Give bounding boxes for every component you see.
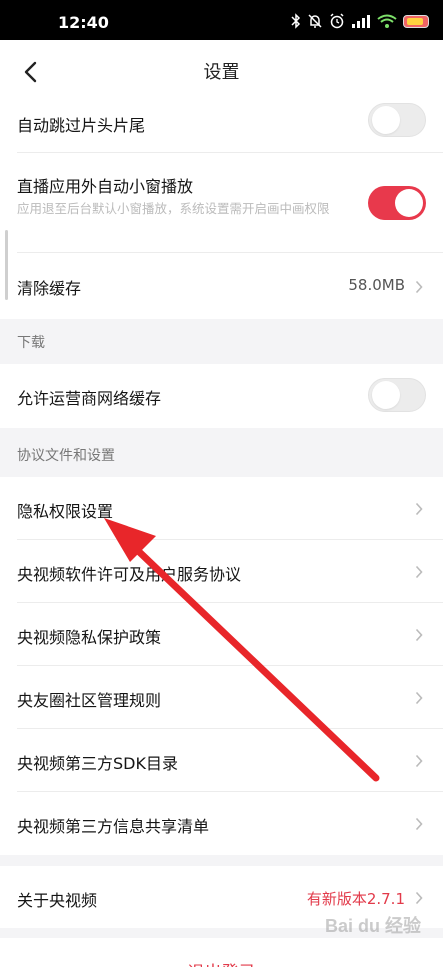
- setting-label: 隐私权限设置: [17, 502, 114, 521]
- setting-description: 应用退至后台默认小窗播放，系统设置需开启画中画权限: [17, 201, 330, 216]
- toggle-knob: [372, 381, 400, 409]
- new-version-badge: 有新版本2.7.1: [306, 890, 405, 908]
- section-title: 协议文件和设置: [17, 448, 115, 464]
- setting-row-pip: 直播应用外自动小窗播放 应用退至后台默认小窗播放，系统设置需开启画中画权限: [0, 153, 443, 253]
- section-title: 下载: [17, 335, 45, 351]
- setting-row-sdk-list[interactable]: 央视频第三方SDK目录: [0, 729, 443, 792]
- bluetooth-icon: [291, 13, 301, 29]
- setting-label: 允许运营商网络缓存: [17, 389, 162, 408]
- setting-row-clear-cache[interactable]: 清除缓存 58.0MB: [0, 253, 443, 319]
- logout-button[interactable]: 退出登录: [0, 938, 443, 967]
- chevron-right-icon: [415, 891, 423, 905]
- setting-row-privacy-settings[interactable]: 隐私权限设置: [0, 477, 443, 540]
- chevron-right-icon: [415, 628, 423, 642]
- scroll-indicator: [5, 230, 8, 300]
- battery-icon: [403, 14, 429, 28]
- skip-intro-toggle[interactable]: [368, 103, 426, 137]
- setting-label: 央视频隐私保护政策: [17, 628, 162, 647]
- pip-toggle[interactable]: [368, 186, 426, 220]
- nav-bar: 设置: [0, 40, 443, 102]
- status-bar: 12:40: [0, 0, 443, 40]
- carrier-cache-toggle[interactable]: [368, 378, 426, 412]
- setting-row-info-share[interactable]: 央视频第三方信息共享清单: [0, 792, 443, 855]
- section-header-agreements: 协议文件和设置: [0, 428, 443, 477]
- status-time: 12:40: [58, 13, 109, 32]
- chevron-right-icon: [415, 502, 423, 516]
- chevron-right-icon: [415, 754, 423, 768]
- setting-row-license[interactable]: 央视频软件许可及用户服务协议: [0, 540, 443, 603]
- setting-row-privacy-policy[interactable]: 央视频隐私保护政策: [0, 603, 443, 666]
- setting-label: 清除缓存: [17, 279, 82, 298]
- setting-label: 央视频第三方SDK目录: [17, 754, 178, 773]
- toggle-knob: [395, 189, 423, 217]
- setting-row-carrier-cache: 允许运营商网络缓存: [0, 364, 443, 428]
- setting-label: 央视频第三方信息共享清单: [17, 817, 210, 836]
- chevron-right-icon: [415, 691, 423, 705]
- chevron-right-icon: [415, 280, 423, 294]
- setting-row-skip-intro: 自动跳过片头片尾: [0, 102, 443, 153]
- cache-size-value: 58.0MB: [348, 276, 405, 294]
- page-title: 设置: [203, 62, 240, 83]
- toggle-knob: [372, 106, 400, 134]
- wifi-icon: [377, 14, 397, 28]
- logout-label: 退出登录: [0, 958, 443, 967]
- setting-label: 自动跳过片头片尾: [17, 116, 146, 135]
- setting-label: 央友圈社区管理规则: [17, 691, 162, 710]
- setting-label: 央视频软件许可及用户服务协议: [17, 565, 242, 584]
- section-header-download: 下载: [0, 319, 443, 364]
- mute-bell-icon: [308, 14, 322, 28]
- status-icons: [291, 12, 429, 30]
- alarm-icon: [330, 13, 344, 29]
- signal-icon: [352, 15, 370, 28]
- setting-label: 直播应用外自动小窗播放: [17, 177, 194, 196]
- chevron-right-icon: [415, 565, 423, 579]
- watermark-logo: Bai du 经验: [324, 916, 421, 936]
- setting-label: 关于央视频: [17, 891, 98, 910]
- chevron-right-icon: [415, 817, 423, 831]
- setting-row-community-rules[interactable]: 央友圈社区管理规则: [0, 666, 443, 729]
